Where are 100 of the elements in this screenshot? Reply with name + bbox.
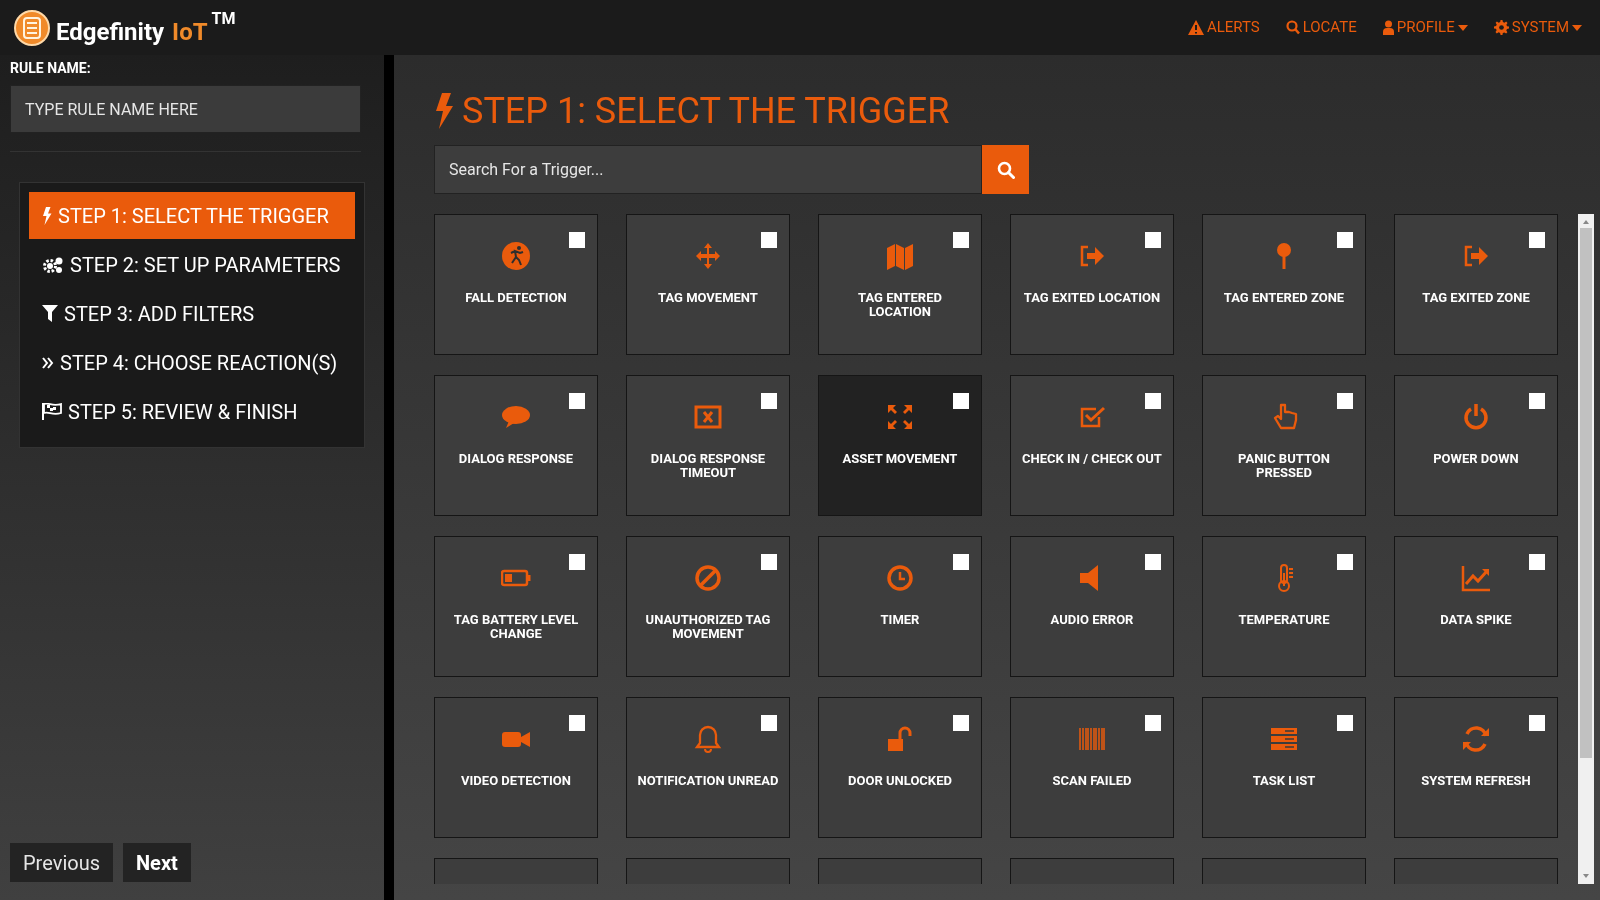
trigger-tile[interactable]: AUDIO ERROR: [1010, 536, 1174, 677]
trigger-label: AUDIO ERROR: [1050, 613, 1134, 627]
checkbox[interactable]: [1337, 393, 1353, 409]
nav-link[interactable]: PROFILE: [1382, 16, 1468, 39]
search-icon: [996, 160, 1015, 179]
nav-link[interactable]: LOCATE: [1285, 16, 1357, 39]
trigger-label: POWER DOWN: [1433, 452, 1519, 466]
checkbox[interactable]: [761, 554, 777, 570]
next-button[interactable]: Next: [123, 843, 191, 882]
scrollbar[interactable]: [1578, 214, 1594, 884]
trigger-tile[interactable]: TEMPERATURE: [1202, 536, 1366, 677]
warning-icon: [1187, 20, 1204, 35]
nav-link[interactable]: ALERTS: [1187, 16, 1260, 39]
expand-icon: [885, 402, 915, 432]
bell-icon: [693, 724, 723, 754]
trigger-label: TAG BATTERY LEVEL CHANGE: [452, 613, 580, 641]
trigger-tile[interactable]: TASK LIST: [1202, 697, 1366, 838]
trigger-tile[interactable]: DIALOG RESPONSE: [434, 375, 598, 516]
checkbox[interactable]: [1337, 232, 1353, 248]
trigger-tile[interactable]: TAG ENTERED ZONE: [1202, 214, 1366, 355]
checkbox[interactable]: [1529, 232, 1545, 248]
trigger-tile[interactable]: TIMER: [818, 536, 982, 677]
trigger-tile[interactable]: POWER DOWN: [1394, 375, 1558, 516]
search-button[interactable]: [982, 145, 1029, 194]
trigger-label: TIMER: [880, 613, 920, 627]
checkbox[interactable]: [1529, 715, 1545, 731]
checkbox[interactable]: [1529, 554, 1545, 570]
checkbox[interactable]: [1529, 393, 1545, 409]
scroll-down-icon[interactable]: [1583, 874, 1589, 878]
step-item[interactable]: STEP 2: SET UP PARAMETERS: [29, 241, 355, 288]
trigger-label: VIDEO DETECTION: [461, 774, 571, 788]
trigger-tile[interactable]: TAG MOVEMENT: [626, 214, 790, 355]
gears-icon: [42, 255, 64, 274]
scrollbar-thumb[interactable]: [1580, 228, 1592, 758]
trigger-tile[interactable]: DOOR UNLOCKED: [818, 697, 982, 838]
previous-button[interactable]: Previous: [10, 843, 113, 882]
scroll-up-icon[interactable]: [1583, 220, 1589, 224]
page-title: STEP 1: SELECT THE TRIGGER: [462, 93, 950, 129]
logo-icon: [14, 8, 50, 47]
line-chart-icon: [1461, 563, 1491, 593]
checkbox[interactable]: [953, 393, 969, 409]
trigger-label: FALL DETECTION: [465, 291, 567, 305]
rule-name-field[interactable]: TYPE RULE NAME HERE: [10, 85, 361, 133]
trigger-tile[interactable]: TAG ENTERED LOCATION: [818, 214, 982, 355]
trigger-tile[interactable]: NOTIFICATION UNREAD: [626, 697, 790, 838]
checkbox[interactable]: [569, 393, 585, 409]
trigger-tile[interactable]: DATA SPIKE: [1394, 536, 1558, 677]
checkbox[interactable]: [569, 232, 585, 248]
checkbox[interactable]: [761, 715, 777, 731]
checkbox[interactable]: [569, 554, 585, 570]
trigger-label: SYSTEM REFRESH: [1421, 774, 1531, 788]
caret-icon: [1572, 24, 1582, 31]
trigger-label: TAG EXITED LOCATION: [1023, 291, 1161, 305]
trigger-tile[interactable]: TAG EXITED ZONE: [1394, 214, 1558, 355]
search-field[interactable]: Search For a Trigger...: [434, 145, 982, 194]
trigger-label: DATA SPIKE: [1440, 613, 1512, 627]
checkbox[interactable]: [1145, 715, 1161, 731]
trigger-tile[interactable]: DIALOG RESPONSE TIMEOUT: [626, 375, 790, 516]
checkbox[interactable]: [953, 554, 969, 570]
checkbox[interactable]: [761, 232, 777, 248]
checkbox[interactable]: [761, 393, 777, 409]
checkbox[interactable]: [1145, 554, 1161, 570]
trigger-tile[interactable]: TAG BATTERY LEVEL CHANGE: [434, 536, 598, 677]
trigger-label: TEMPERATURE: [1238, 613, 1330, 627]
checkbox[interactable]: [569, 715, 585, 731]
checkbox[interactable]: [1337, 715, 1353, 731]
trigger-label: TAG ENTERED LOCATION: [857, 291, 943, 319]
trigger-tile[interactable]: SCAN FAILED: [1010, 697, 1174, 838]
trigger-tile[interactable]: VIDEO DETECTION: [434, 697, 598, 838]
trigger-label: DIALOG RESPONSE TIMEOUT: [649, 452, 767, 480]
trigger-label: TAG EXITED ZONE: [1422, 291, 1530, 305]
trigger-label: PANIC BUTTON PRESSED: [1237, 452, 1331, 480]
map-icon: [885, 241, 915, 271]
trigger-tile[interactable]: FALL DETECTION: [434, 214, 598, 355]
trigger-tile[interactable]: UNAUTHORIZED TAG MOVEMENT: [626, 536, 790, 677]
trigger-label: DOOR UNLOCKED: [848, 774, 952, 788]
trigger-tile[interactable]: TAG EXITED LOCATION: [1010, 214, 1174, 355]
checkbox[interactable]: [1145, 393, 1161, 409]
step-item[interactable]: STEP 5: REVIEW & FINISH: [29, 388, 355, 435]
step-item[interactable]: STEP 3: ADD FILTERS: [29, 290, 355, 337]
field-label: RULE NAME:: [10, 59, 92, 78]
trigger-label: DIALOG RESPONSE: [458, 452, 574, 466]
checkbox[interactable]: [953, 232, 969, 248]
checkbox[interactable]: [1145, 232, 1161, 248]
checkbox[interactable]: [953, 715, 969, 731]
trigger-tile[interactable]: ASSET MOVEMENT: [818, 375, 982, 516]
search-icon: [1285, 20, 1300, 35]
unlocked-padlock-icon: [885, 724, 915, 754]
step-item[interactable]: STEP 4: CHOOSE REACTION(S): [29, 339, 355, 386]
step-item[interactable]: STEP 1: SELECT THE TRIGGER: [29, 192, 355, 239]
trigger-tile[interactable]: CHECK IN / CHECK OUT: [1010, 375, 1174, 516]
trigger-tile[interactable]: SYSTEM REFRESH: [1394, 697, 1558, 838]
trigger-tile[interactable]: PANIC BUTTON PRESSED: [1202, 375, 1366, 516]
checkbox[interactable]: [1337, 554, 1353, 570]
double-chevron-icon: [42, 356, 54, 369]
nav-link[interactable]: SYSTEM: [1493, 16, 1582, 39]
caret-icon: [1457, 24, 1468, 31]
gear-icon: [1493, 20, 1509, 35]
filter-icon: [42, 305, 58, 322]
refresh-icon: [1461, 724, 1491, 754]
